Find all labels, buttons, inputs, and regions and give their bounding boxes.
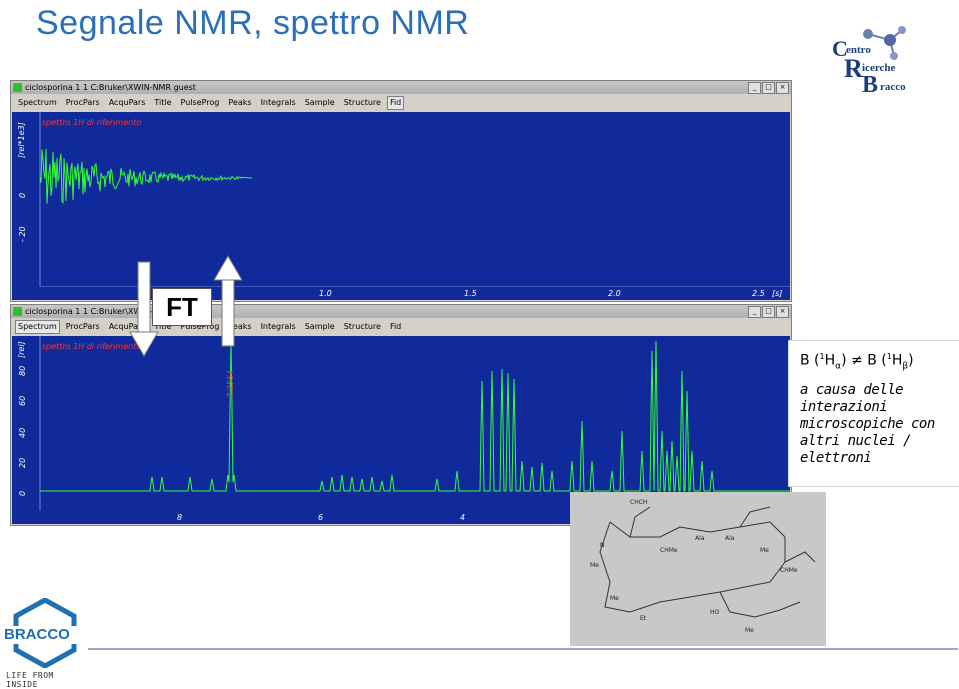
close-icon[interactable]: × (776, 306, 789, 318)
minimize-icon[interactable]: _ (748, 306, 761, 318)
fid-y-tick: - 20 (18, 226, 27, 242)
tab-acqupars[interactable]: AcquPars (106, 96, 149, 110)
app-icon (13, 83, 22, 92)
close-icon[interactable]: × (776, 82, 789, 94)
svg-text:Ala: Ala (725, 535, 735, 542)
spectrum-window-tabs: Spectrum ProcPars AcquPars Title PulsePr… (11, 318, 791, 334)
tab-peaks[interactable]: Peaks (225, 320, 254, 334)
maximize-icon[interactable]: □ (762, 82, 775, 94)
explanation-text: a causa delle interazioni microscopiche … (800, 382, 935, 466)
peak-label: 7.2564 (226, 370, 235, 398)
spectrum-y-tick: 0 (18, 490, 27, 496)
svg-text:Me: Me (745, 627, 754, 634)
tab-procpars[interactable]: ProcPars (63, 96, 103, 110)
fid-y-axis-label: [rel*1e3] (17, 122, 26, 158)
tab-acqupars[interactable]: AcquPars (106, 320, 149, 334)
tab-sample[interactable]: Sample (302, 96, 338, 110)
ft-label: FT (152, 288, 212, 326)
tab-fid[interactable]: Fid (387, 320, 404, 334)
fid-x-unit: [s] (772, 289, 783, 298)
svg-text:HO: HO (710, 609, 720, 616)
logo-letter-r: R (844, 54, 863, 83)
footer-divider (88, 648, 958, 650)
spectrum-x-tick: 4 (460, 513, 466, 522)
tab-peaks[interactable]: Peaks (225, 96, 254, 110)
tab-integrals[interactable]: Integrals (258, 320, 299, 334)
svg-text:Ala: Ala (695, 535, 705, 542)
svg-text:Me: Me (760, 547, 769, 554)
spectrum-x-tick: 6 (318, 513, 324, 522)
spectrum-y-tick: 80 (18, 365, 27, 376)
centro-ricerche-bracco-logo: C entro R icerche B racco (828, 26, 938, 98)
fid-x-axis: 1.0 1.5 2.0 2.5 [s] (12, 287, 790, 300)
svg-text:Et: Et (640, 615, 647, 622)
tab-integrals[interactable]: Integrals (258, 96, 299, 110)
fid-x-tick: 2.0 (608, 289, 621, 298)
tab-spectrum[interactable]: Spectrum (15, 96, 60, 110)
fid-y-tick: 0 (18, 192, 27, 198)
fid-window-titlebar[interactable]: ciclosporina 1 1 C:Bruker\XWIN-NMR guest… (11, 81, 791, 94)
spectrum-y-tick: 60 (18, 395, 27, 406)
tab-procpars[interactable]: ProcPars (63, 320, 103, 334)
bracco-wordmark: BRACCO (4, 626, 70, 643)
molecule-structure-icon: CHCH N Me CHMe Ala Ala Me CHMe Me Et HO … (590, 499, 816, 634)
spectrum-y-axis-label: [rel] (17, 341, 26, 358)
formula-neq: ≠ (851, 352, 863, 369)
minimize-icon[interactable]: _ (748, 82, 761, 94)
svg-text:CHMe: CHMe (780, 567, 798, 574)
formula-close-left: ) (841, 352, 847, 369)
svg-text:N: N (600, 542, 605, 549)
formula-b-right: B ( (867, 352, 887, 369)
logo-word-bracco: racco (880, 81, 906, 93)
logo-letter-b: B (862, 72, 879, 98)
tab-structure[interactable]: Structure (341, 96, 384, 110)
fid-caption: spettro 1H di riferimento (42, 118, 142, 127)
tab-fid[interactable]: Fid (386, 96, 405, 110)
spectrum-window-title: ciclosporina 1 1 C:Bruker\XWIN-NMR (25, 307, 172, 316)
svg-text:CHMe: CHMe (660, 547, 678, 554)
fid-x-tick: 2.5 (752, 289, 765, 298)
spectrum-window-titlebar[interactable]: ciclosporina 1 1 C:Bruker\XWIN-NMR _ □ × (11, 305, 791, 318)
maximize-icon[interactable]: □ (762, 306, 775, 318)
tab-pulseprog[interactable]: PulseProg (178, 96, 223, 110)
coupling-formula: B (1Hα) ≠ B (1Hβ) (800, 352, 914, 371)
tab-title[interactable]: Title (151, 96, 174, 110)
spectrum-y-tick: 20 (18, 457, 27, 468)
fid-x-tick: 1.0 (319, 289, 332, 298)
fid-signal (39, 112, 790, 287)
bracco-tagline: LIFE FROM INSIDE (6, 671, 54, 689)
spectrum-plot[interactable]: [rel] 0 20 40 60 80 spettro 1H di riferi… (12, 336, 790, 511)
fid-window: ciclosporina 1 1 C:Bruker\XWIN-NMR guest… (10, 80, 792, 302)
spectrum-x-tick: 8 (177, 513, 183, 522)
app-icon (13, 307, 22, 316)
tab-sample[interactable]: Sample (302, 320, 338, 334)
tab-spectrum[interactable]: Spectrum (15, 320, 60, 334)
ciclosporina-structure-image: CHCH N Me CHMe Ala Ala Me CHMe Me Et HO … (570, 492, 826, 646)
svg-text:CHCH: CHCH (630, 499, 647, 506)
fid-plot[interactable]: [rel*1e3] 0 - 20 spettro 1H di riferimen… (12, 112, 790, 287)
tab-structure[interactable]: Structure (341, 320, 384, 334)
formula-close-right: ) (908, 352, 914, 369)
svg-text:Me: Me (590, 562, 599, 569)
spectrum-y-tick: 40 (18, 427, 27, 438)
formula-h-right: H (891, 352, 903, 369)
formula-h-left: H (824, 352, 836, 369)
fid-window-tabs: Spectrum ProcPars AcquPars Title PulsePr… (11, 94, 791, 110)
bracco-logo: BRACCO LIFE FROM INSIDE (4, 598, 86, 689)
slide-title: Segnale NMR, spettro NMR (36, 4, 470, 42)
formula-b-left: B ( (800, 352, 820, 369)
fid-x-tick: 1.5 (464, 289, 477, 298)
fid-window-title: ciclosporina 1 1 C:Bruker\XWIN-NMR guest (25, 83, 196, 92)
spectrum-caption: spettro 1H di riferimento (42, 342, 142, 351)
svg-text:Me: Me (610, 595, 619, 602)
spectrum-signal (39, 336, 790, 511)
